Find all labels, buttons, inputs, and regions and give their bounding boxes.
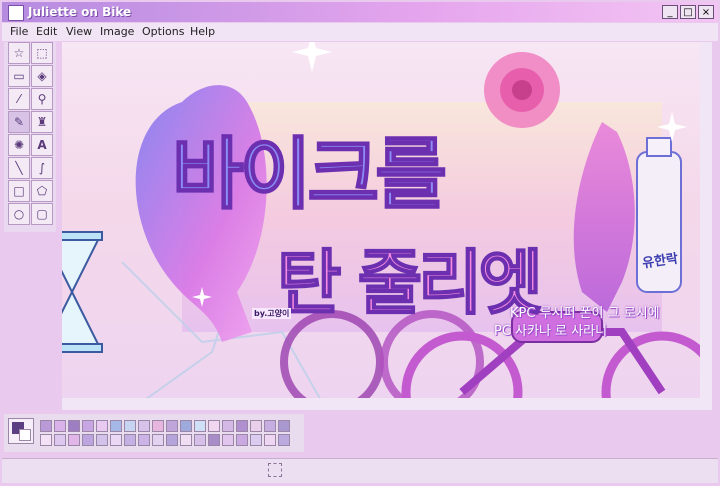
rect-select-icon[interactable]: ⬚ [31,42,53,64]
polygon-icon[interactable]: ⬠ [31,180,53,202]
cursor-position-icon [268,463,282,477]
palette-swatch[interactable] [236,434,248,446]
line-icon[interactable]: ╲ [8,157,30,179]
palette-swatch[interactable] [82,420,94,432]
menu-view[interactable]: View [66,25,92,38]
palette-swatch[interactable] [264,420,276,432]
palette-swatch[interactable] [194,434,206,446]
artwork-collage [62,42,712,410]
ellipse-icon[interactable]: ○ [8,203,30,225]
text-icon[interactable]: A [31,134,53,156]
palette-swatch[interactable] [110,434,122,446]
menu-help[interactable]: Help [190,25,215,38]
palette-swatch[interactable] [180,434,192,446]
palette-swatch[interactable] [278,420,290,432]
palette-swatch[interactable] [54,434,66,446]
palette-swatch[interactable] [124,420,136,432]
caption-line-1: KPC 루시퍼 폰이 그 로시에 [510,306,660,321]
palette-swatch[interactable] [68,420,80,432]
menu-file[interactable]: File [10,25,28,38]
palette-swatch[interactable] [40,420,52,432]
star-select-icon[interactable]: ☆ [8,42,30,64]
current-colors[interactable] [8,418,34,444]
palette-swatch[interactable] [96,420,108,432]
artist-credit: by.고양이 [252,308,292,319]
window-title: Juliette on Bike [28,5,132,19]
menu-options[interactable]: Options [142,25,184,38]
magnifier-icon[interactable]: ⚲ [31,88,53,110]
close-button[interactable]: × [698,5,714,19]
brush-icon[interactable]: ♜ [31,111,53,133]
menu-bar: File Edit View Image Options Help [2,23,718,41]
background-color[interactable] [19,429,31,441]
palette-swatch[interactable] [236,420,248,432]
palette-swatch[interactable] [166,420,178,432]
palette-swatch[interactable] [264,434,276,446]
rectangle-icon[interactable]: □ [8,180,30,202]
palette-swatch[interactable] [222,434,234,446]
palette-swatch[interactable] [208,434,220,446]
maximize-button[interactable]: □ [680,5,696,19]
palette-swatch[interactable] [222,420,234,432]
palette-swatch[interactable] [208,420,220,432]
palette-swatch[interactable] [278,434,290,446]
palette-swatch[interactable] [96,434,108,446]
title-bar[interactable]: Juliette on Bike _ □ × [2,2,718,22]
airbrush-icon[interactable]: ✺ [8,134,30,156]
status-bar [2,458,718,483]
horizontal-scrollbar[interactable] [62,398,712,410]
vertical-scrollbar[interactable] [700,42,712,398]
palette-swatch[interactable] [180,420,192,432]
fill-bucket-icon[interactable]: ◈ [31,65,53,87]
eraser-icon[interactable]: ▭ [8,65,30,87]
hourglass-cursor [62,231,103,353]
palette-swatch[interactable] [250,434,262,446]
palette-swatch[interactable] [124,434,136,446]
menu-image[interactable]: Image [100,25,134,38]
palette-swatch[interactable] [54,420,66,432]
palette-swatch[interactable] [110,420,122,432]
title-line-2: 탄 줄리엣 [276,241,544,325]
title-line-1: 바이크를 [171,129,448,221]
palette-swatch[interactable] [138,420,150,432]
palette-swatch[interactable] [68,434,80,446]
curve-icon[interactable]: ∫ [31,157,53,179]
toolbox: ☆ ⬚ ▭ ◈ ⁄ ⚲ ✎ ♜ ✺ A ╲ ∫ □ ⬠ ○ ▢ [4,42,56,232]
app-icon [8,5,24,21]
pencil-icon[interactable]: ✎ [8,111,30,133]
rounded-rect-icon[interactable]: ▢ [31,203,53,225]
menu-edit[interactable]: Edit [36,25,57,38]
paint-window: Juliette on Bike _ □ × File Edit View Im… [0,0,720,486]
palette-swatch[interactable] [152,420,164,432]
palette-swatch[interactable] [166,434,178,446]
palette-swatch[interactable] [138,434,150,446]
drawing-canvas[interactable]: 바이크를 탄 줄리엣 by.고양이 KPC 루시퍼 폰이 그 로시에 PC 사카… [62,42,712,410]
palette-swatch[interactable] [40,434,52,446]
palette-swatch[interactable] [194,420,206,432]
color-palette [4,414,304,452]
eyedropper-icon[interactable]: ⁄ [8,88,30,110]
caption-line-2: PC 사카나 로 사라니 [494,324,608,339]
palette-swatch[interactable] [250,420,262,432]
minimize-button[interactable]: _ [662,5,678,19]
palette-swatch[interactable] [82,434,94,446]
palette-swatch[interactable] [152,434,164,446]
